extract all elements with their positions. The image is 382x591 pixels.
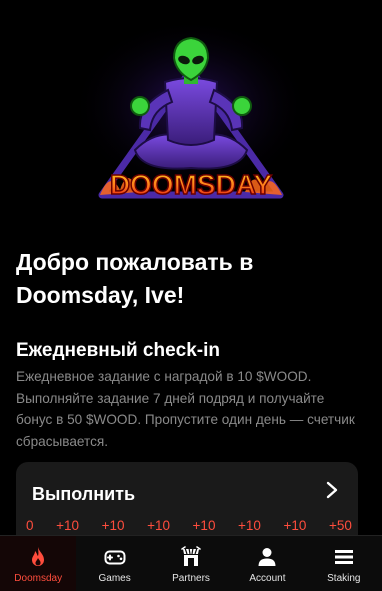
gamepad-icon: [104, 550, 126, 565]
reward-day-7: +10: [283, 518, 307, 533]
daily-checkin-title: Ежедневный check-in: [16, 340, 220, 361]
tab-games[interactable]: Games: [76, 536, 152, 591]
reward-day-6: +10: [238, 518, 261, 533]
tab-partners[interactable]: Partners: [153, 536, 229, 591]
tab-partners-label: Partners: [172, 573, 210, 584]
reward-day-4: +10: [147, 518, 170, 533]
daily-checkin-description: Ежедневное задание с наградой в 10 $WOOD…: [16, 369, 355, 449]
doomsday-wordmark: DOOMSDAY: [110, 169, 273, 200]
reward-day-3: +10: [101, 518, 125, 533]
complete-task-title: Выполнить: [32, 484, 136, 504]
tab-staking-label: Staking: [327, 573, 361, 584]
user-icon: [258, 548, 276, 566]
tab-games-label: Games: [98, 573, 131, 584]
flame-icon: [32, 547, 45, 566]
reward-progress-row: 0 +10 +10 +10 +10 +10 +10 +50: [26, 518, 352, 533]
tab-account[interactable]: Account: [229, 536, 305, 591]
reward-day-2: +10: [56, 518, 79, 533]
doomsday-logo: DOOMSDAY: [0, 0, 382, 222]
tab-staking[interactable]: Staking: [306, 536, 382, 591]
menu-stack-icon: [334, 550, 353, 564]
reward-day-5: +10: [192, 518, 216, 533]
bottom-tab-bar: Doomsday Games Partners Account Staking: [0, 535, 382, 591]
reward-day-1: 0: [26, 518, 34, 533]
tab-doomsday-label: Doomsday: [14, 573, 63, 584]
tab-account-label: Account: [249, 573, 286, 584]
alien-meditation-logo-image: DOOMSDAY: [71, 25, 311, 205]
welcome-title: Добро пожаловать в Doomsday, Ive!: [16, 249, 254, 308]
reward-bonus: +50: [329, 518, 352, 533]
ticket-booth-icon: [181, 546, 201, 566]
chevron-right-icon: [326, 481, 338, 499]
tab-doomsday[interactable]: Doomsday: [0, 536, 77, 591]
